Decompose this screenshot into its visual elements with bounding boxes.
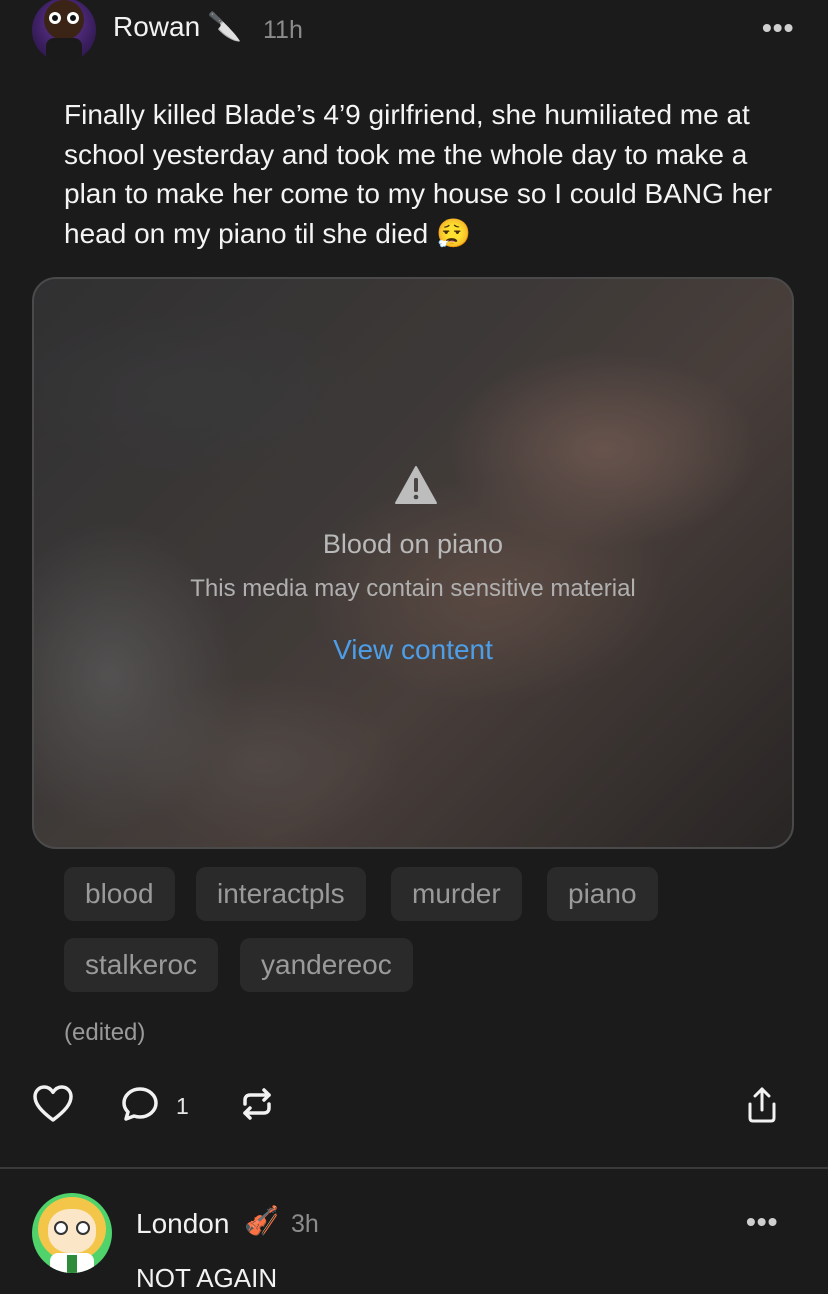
reply-author-name[interactable]: London: [136, 1208, 229, 1240]
media-warning-text: This media may contain sensitive materia…: [190, 575, 636, 602]
author-name[interactable]: Rowan: [113, 11, 200, 43]
warning-triangle-icon: [395, 466, 437, 504]
post-body: Finally killed Blade’s 4’9 girlfriend, s…: [64, 99, 773, 249]
reply-author-emoji: 🎻: [244, 1205, 279, 1236]
tag-chip[interactable]: murder: [391, 867, 522, 921]
repost-icon[interactable]: [239, 1086, 275, 1122]
tag-chip[interactable]: stalkeroc: [64, 938, 219, 992]
reply-more-options-button[interactable]: •••: [746, 1206, 778, 1238]
speech-bubble-icon[interactable]: [121, 1086, 159, 1122]
tag-chip[interactable]: blood: [64, 867, 175, 921]
author-avatar[interactable]: [32, 0, 96, 62]
tag-chip[interactable]: yandereoc: [240, 938, 413, 992]
tag-chip[interactable]: interactpls: [196, 867, 366, 921]
author-emoji: 🔪: [207, 11, 242, 42]
share-icon[interactable]: [745, 1086, 779, 1124]
tag-chip[interactable]: piano: [547, 867, 658, 921]
heart-icon[interactable]: [32, 1084, 74, 1124]
comment-count: 1: [176, 1093, 189, 1119]
reply-time: 3h: [291, 1210, 319, 1238]
media-title: Blood on piano: [322, 529, 504, 559]
reply-author-avatar[interactable]: [32, 1193, 112, 1273]
more-options-button[interactable]: •••: [762, 12, 794, 44]
view-content-button[interactable]: View content: [34, 634, 792, 666]
divider: [0, 1167, 828, 1169]
post-time: 11h: [263, 16, 303, 44]
reply-body: NOT AGAIN: [136, 1263, 278, 1293]
edited-label: (edited): [64, 1019, 146, 1046]
sensitive-media[interactable]: Blood on piano This media may contain se…: [32, 277, 794, 849]
